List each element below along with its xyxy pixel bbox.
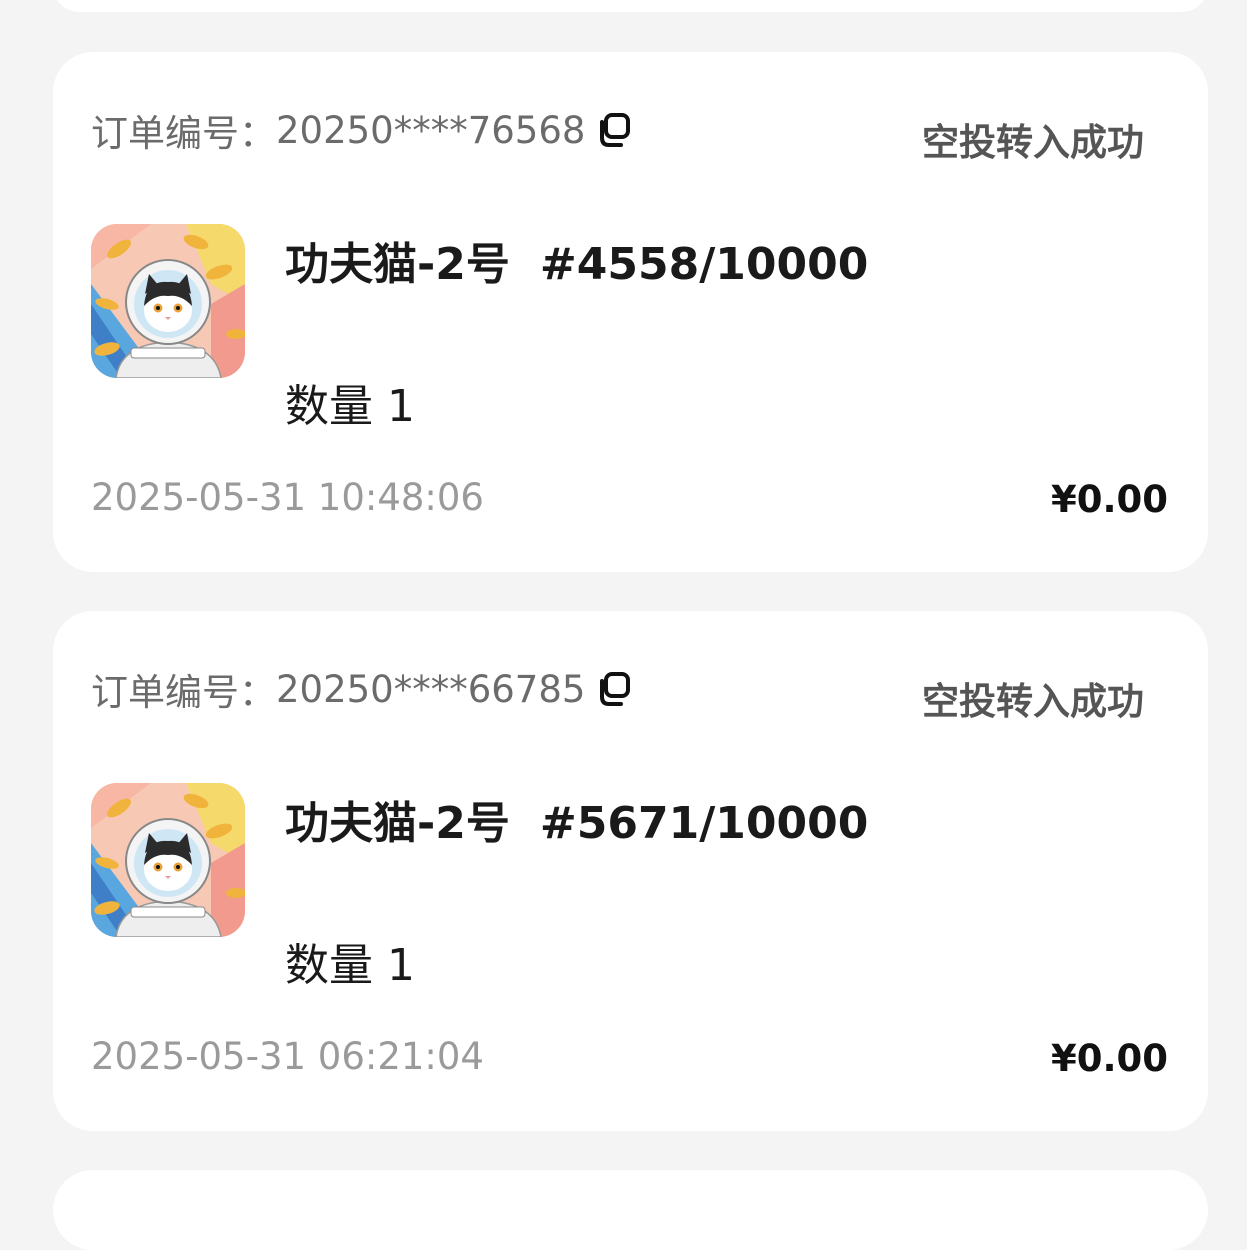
order-card-partial-top (53, 0, 1208, 12)
order-number-value: 20250****76568 (276, 108, 586, 152)
order-number-row: 订单编号： 20250****66785 (91, 667, 631, 714)
product-thumbnail[interactable] (91, 224, 245, 378)
order-time: 2025-05-31 06:21:04 (91, 1035, 484, 1078)
copy-icon[interactable] (595, 112, 631, 148)
order-price: ¥0.00 (1050, 478, 1168, 521)
quantity: 数量 1 (285, 370, 415, 434)
product-serial: #5671/10000 (539, 798, 869, 849)
quantity-label: 数量 (285, 381, 373, 432)
status-badge: 空投转入成功 (922, 680, 1144, 723)
product-title: 功夫猫-2号 #4558/10000 (285, 228, 868, 292)
copy-icon[interactable] (595, 671, 631, 707)
order-card-partial-bottom (53, 1170, 1208, 1250)
order-number-label: 订单编号： (91, 671, 276, 714)
quantity-value: 1 (387, 381, 415, 432)
product-thumbnail[interactable] (91, 783, 245, 937)
order-number-value: 20250****66785 (276, 667, 586, 711)
astronaut-cat-image (91, 224, 245, 378)
astronaut-cat-image (91, 783, 245, 937)
status-badge: 空投转入成功 (922, 121, 1144, 164)
quantity-label: 数量 (285, 940, 373, 991)
order-number-label: 订单编号： (91, 112, 276, 155)
order-time: 2025-05-31 10:48:06 (91, 476, 484, 519)
product-name: 功夫猫-2号 (285, 798, 510, 849)
quantity-value: 1 (387, 940, 415, 991)
order-card[interactable]: 订单编号： 20250****76568 空投转入成功 功夫猫-2号 #4558… (53, 52, 1208, 572)
order-card[interactable]: 订单编号： 20250****66785 空投转入成功 功夫猫-2号 #5671… (53, 611, 1208, 1131)
product-serial: #4558/10000 (539, 239, 869, 290)
product-title: 功夫猫-2号 #5671/10000 (285, 787, 868, 851)
quantity: 数量 1 (285, 929, 415, 993)
product-name: 功夫猫-2号 (285, 239, 510, 290)
order-price: ¥0.00 (1050, 1037, 1168, 1080)
order-number-row: 订单编号： 20250****76568 (91, 108, 631, 155)
